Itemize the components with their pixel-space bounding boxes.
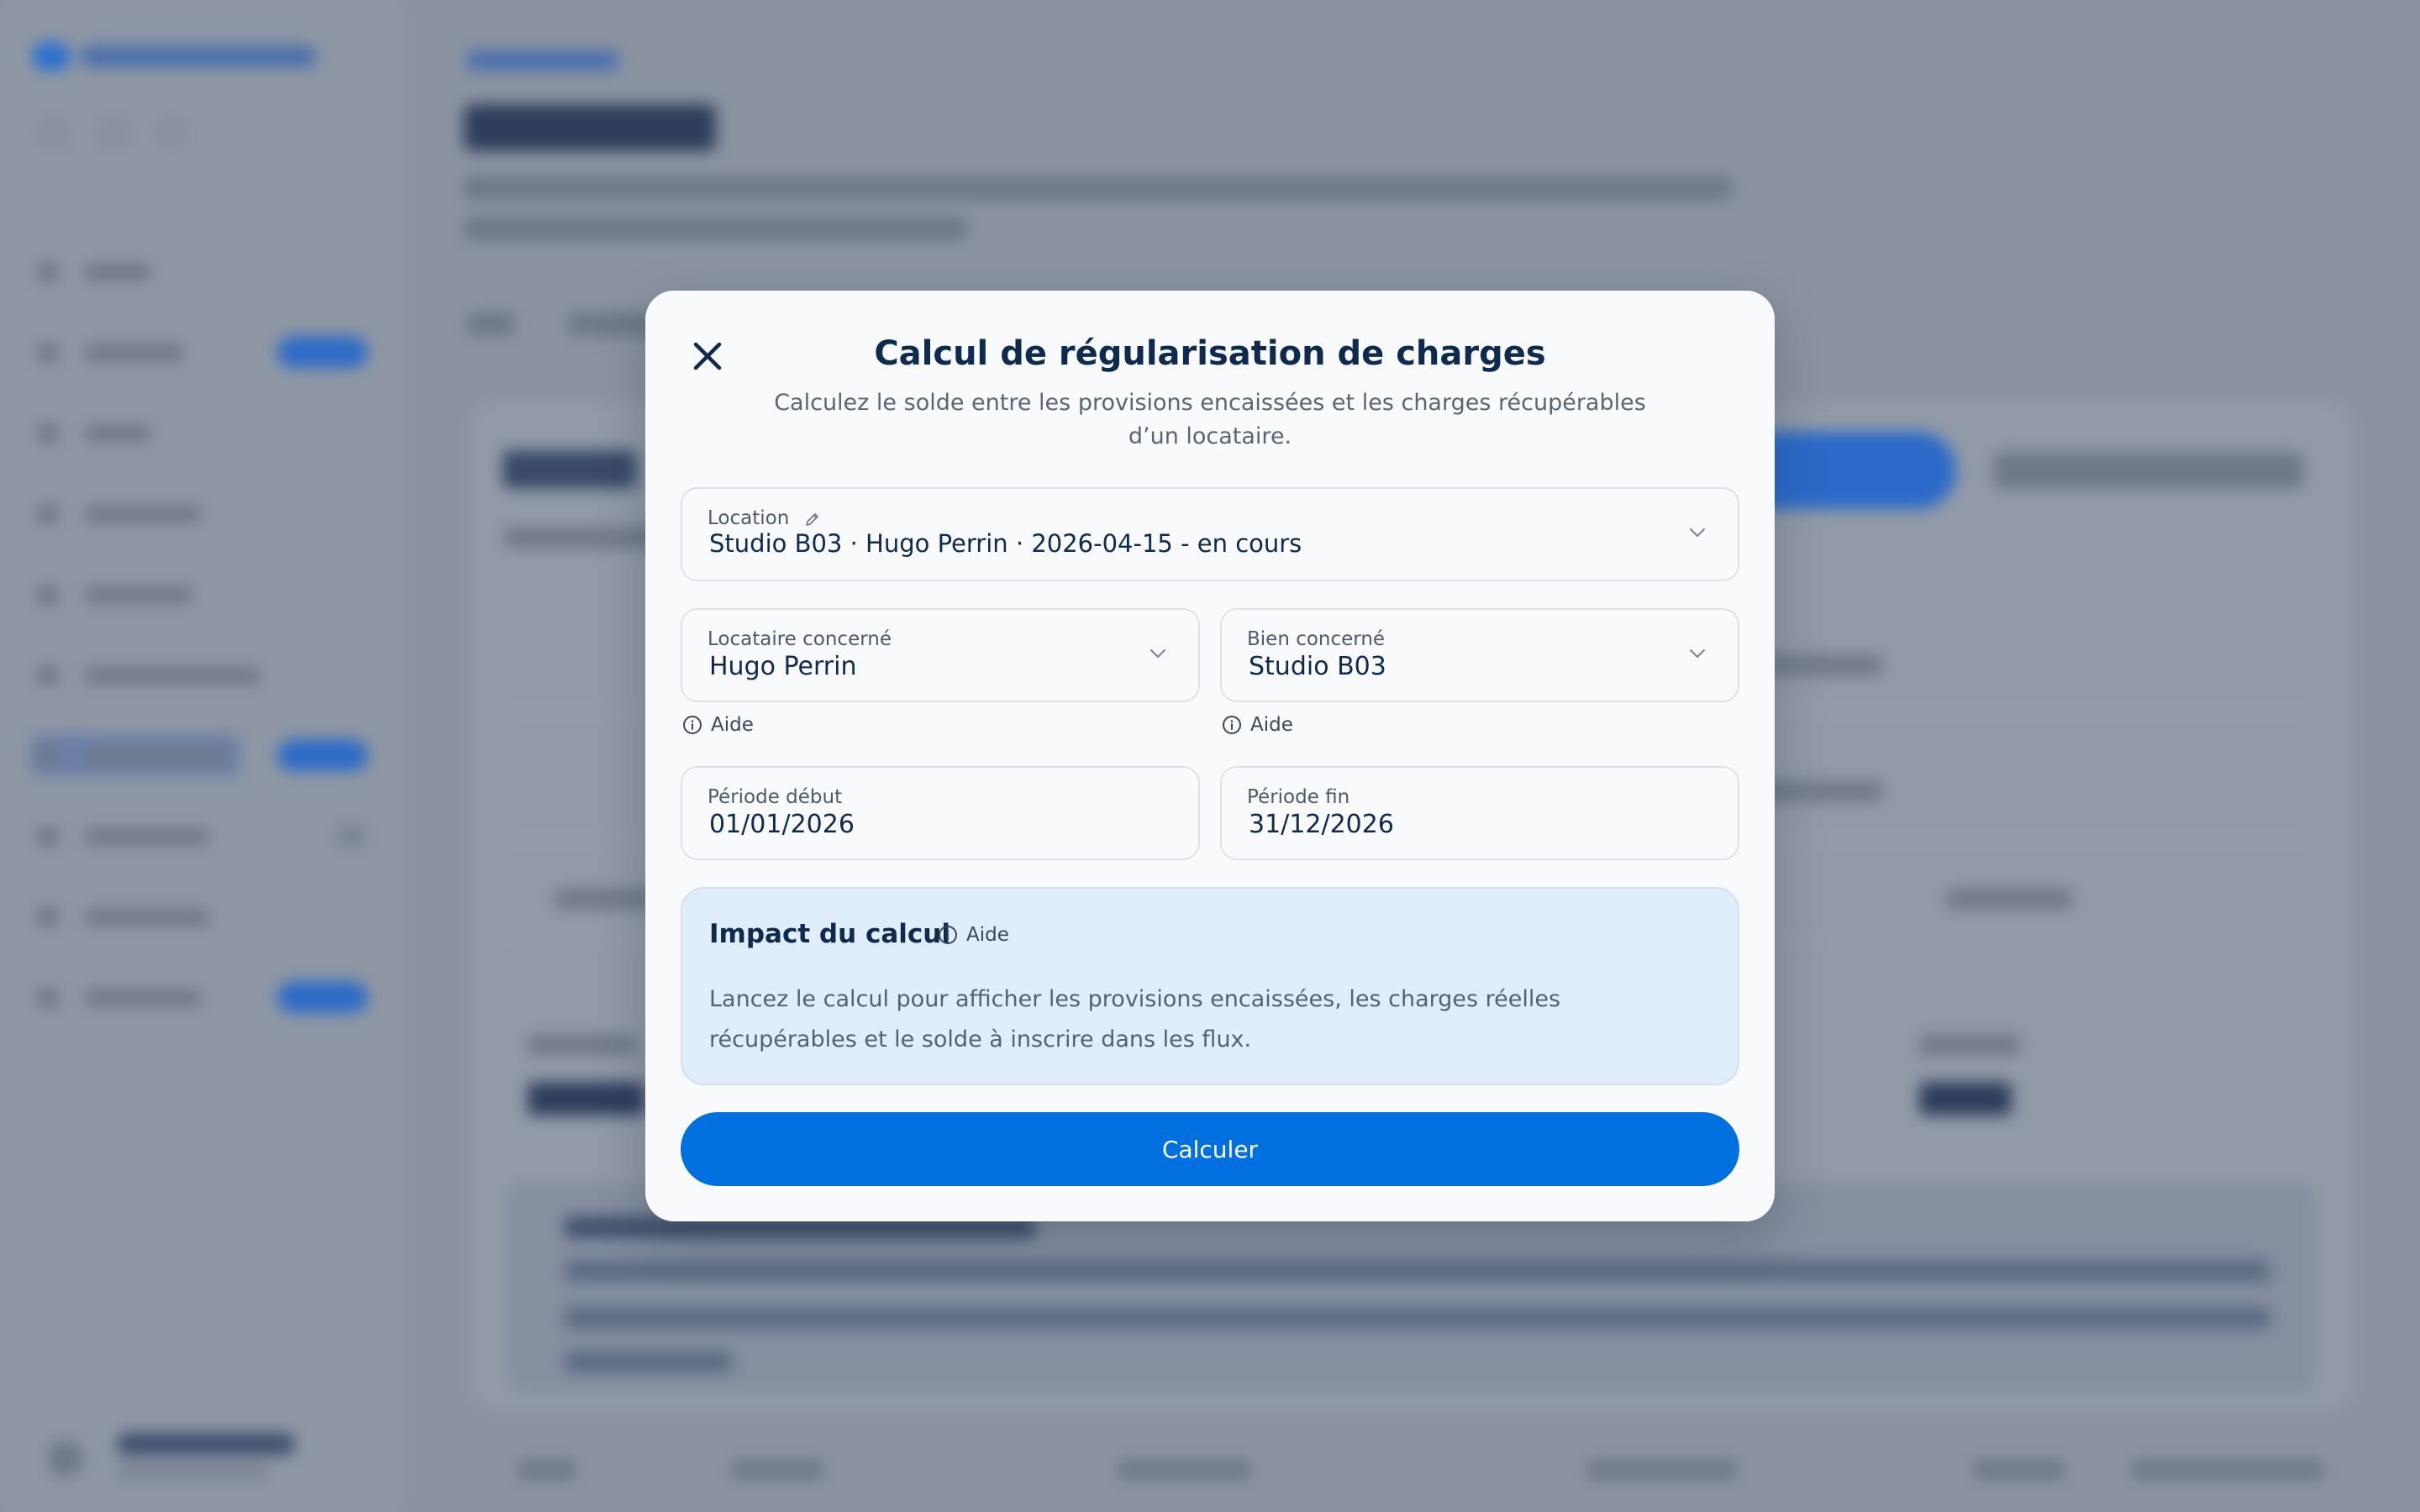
period-start-input[interactable]: Période début 01/01/2026 (681, 766, 1200, 860)
impact-title: Impact du calcul (709, 919, 950, 949)
stat-value (528, 1082, 645, 1116)
info-icon (939, 926, 957, 944)
page-title (464, 104, 716, 151)
charges-regularisation-dialog: Calcul de régularisation de charges Calc… (645, 291, 1775, 1221)
impact-panel: Impact du calcul Aide Lancez le calcul p… (681, 887, 1739, 1085)
user-email (118, 1463, 269, 1478)
footer-cell (1118, 1460, 1252, 1480)
footer-cell (1973, 1460, 2065, 1480)
app-logo (32, 42, 71, 71)
sidebar-badge (277, 739, 368, 771)
avatar (47, 1440, 84, 1477)
tenant-help-link[interactable]: Aide (682, 714, 754, 736)
stat-label (1919, 1035, 2020, 1055)
stat-label (528, 1035, 637, 1055)
table-cell (1765, 655, 1882, 675)
impact-help-link[interactable]: Aide (938, 924, 1009, 946)
footer-cell (2131, 1460, 2324, 1480)
location-select[interactable]: Location Studio B03 · Hugo Perrin · 2026… (681, 487, 1739, 581)
sidebar-badge (277, 981, 368, 1013)
pencil-icon[interactable] (804, 511, 821, 528)
user-name (118, 1433, 294, 1455)
sidebar-badge (334, 823, 368, 848)
property-select[interactable]: Bien concerné Studio B03 (1220, 608, 1739, 702)
tenant-value: Hugo Perrin (709, 652, 857, 681)
property-help-text: Aide (1250, 714, 1293, 736)
dialog-title: Calcul de régularisation de charges (874, 334, 1546, 373)
location-label: Location (708, 507, 821, 529)
tenant-select[interactable]: Locataire concerné Hugo Perrin (681, 608, 1200, 702)
impact-help-text: Aide (966, 924, 1009, 946)
tab (467, 312, 514, 336)
footer-cell (731, 1460, 823, 1480)
page-description (464, 217, 968, 240)
dialog-subtitle: Calculez le solde entre les provisions e… (774, 390, 1646, 449)
period-start-label: Période début (708, 786, 843, 808)
impact-description: Lancez le calcul pour afficher les provi… (709, 986, 1561, 1053)
chevron-down-icon (1690, 528, 1705, 537)
app-logo-text (81, 45, 316, 67)
property-label: Bien concerné (1247, 628, 1386, 650)
period-end-input[interactable]: Période fin 31/12/2026 (1220, 766, 1739, 860)
stat-value (1919, 1082, 2012, 1116)
period-start-value: 01/01/2026 (709, 810, 855, 839)
calculate-button[interactable]: Calculer (681, 1112, 1739, 1186)
info-text (565, 1351, 733, 1373)
period-end-label: Période fin (1247, 786, 1350, 808)
property-help-link[interactable]: Aide (1222, 714, 1293, 736)
secondary-button (1993, 452, 2304, 489)
page-description (464, 176, 1733, 200)
card-title (502, 450, 637, 489)
table-cell (555, 889, 655, 909)
breadcrumb (467, 50, 618, 71)
info-text (565, 1260, 2270, 1282)
tenant-help-text: Aide (711, 714, 754, 736)
footer-cell (518, 1460, 576, 1480)
info-text (565, 1307, 2270, 1329)
info-icon (683, 716, 702, 734)
period-end-value: 31/12/2026 (1249, 810, 1394, 839)
sidebar (0, 0, 403, 1512)
settings-icon (158, 119, 185, 146)
chevron-down-icon (1150, 649, 1165, 658)
tenant-label: Locataire concerné (708, 628, 892, 650)
search-icon (40, 119, 67, 146)
location-label-text: Location (708, 507, 790, 529)
sidebar-badge (277, 336, 368, 368)
info-icon (1223, 716, 1241, 734)
location-value: Studio B03 · Hugo Perrin · 2026-04-15 - … (709, 529, 1302, 558)
bell-icon (99, 119, 126, 146)
table-cell (1946, 889, 2072, 909)
property-value: Studio B03 (1249, 652, 1386, 681)
chevron-down-icon (1690, 649, 1705, 658)
footer-cell (1586, 1460, 1738, 1480)
